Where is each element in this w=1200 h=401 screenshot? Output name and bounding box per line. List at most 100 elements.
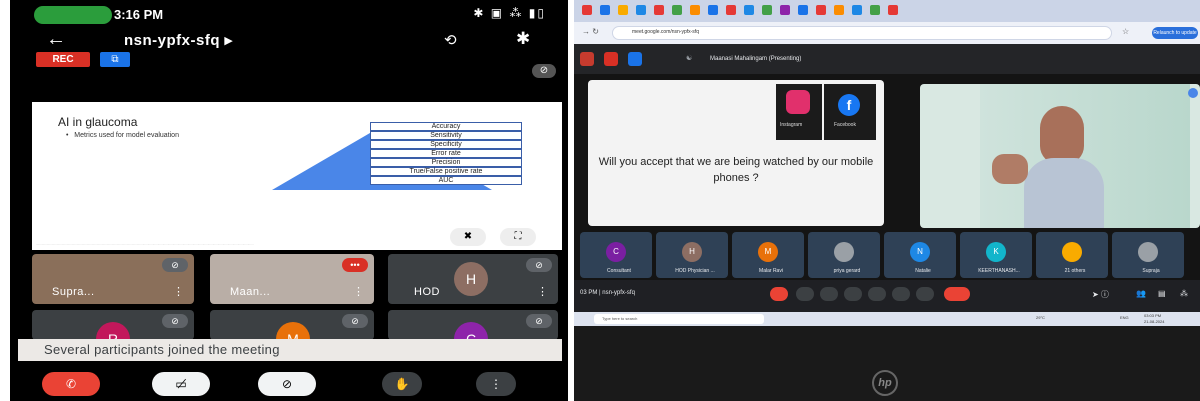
rec-indicator-icon — [604, 52, 618, 66]
bookmark-star-icon[interactable]: ☆ — [1122, 27, 1129, 36]
strip-participant-tile[interactable]: Supraja — [1112, 232, 1184, 278]
participant-tile[interactable]: ⊘ C — [388, 310, 558, 340]
browser-tab[interactable] — [582, 5, 592, 15]
activities-icon[interactable]: ⁂ — [1180, 289, 1188, 298]
chat-icon[interactable]: ▤ — [1158, 289, 1166, 298]
browser-tab[interactable] — [762, 5, 772, 15]
browser-tab[interactable] — [870, 5, 880, 15]
browser-tab[interactable] — [834, 5, 844, 15]
browser-tab[interactable] — [726, 5, 736, 15]
end-call-button[interactable]: ✆ — [42, 372, 100, 396]
camera-switch-icon[interactable]: ⟲ — [444, 31, 457, 49]
mic-off-button[interactable] — [770, 287, 788, 301]
strip-participant-tile[interactable]: N Natalie — [884, 232, 956, 278]
browser-tab[interactable] — [708, 5, 718, 15]
strip-participant-tile[interactable]: priya gerard — [808, 232, 880, 278]
status-bar: 3:16 PM ✱ ▣ ⁂ ▮▯ — [10, 0, 568, 28]
browser-tab[interactable] — [618, 5, 628, 15]
participant-tile[interactable]: ••• Maan... ⋮ — [210, 254, 374, 304]
update-button[interactable]: Relaunch to update — [1152, 27, 1198, 39]
browser-tab[interactable] — [798, 5, 808, 15]
back-icon[interactable]: → ↻ — [582, 27, 599, 36]
mic-off-icon: ⊘ — [162, 314, 188, 328]
metric-item: True/False positive rate — [370, 167, 522, 176]
unpin-button[interactable]: ✖ — [450, 228, 486, 246]
back-arrow-icon[interactable]: ← — [46, 28, 66, 51]
end-call-button[interactable] — [944, 287, 970, 301]
meeting-code[interactable]: nsn-ypfx-sfq ▸ — [124, 31, 233, 49]
presenter-video — [920, 84, 1200, 228]
camera-off-button[interactable]: ▭̸ — [152, 372, 210, 396]
more-options-button[interactable]: ⋮ — [476, 372, 516, 396]
avatar: C — [454, 322, 488, 340]
browser-tab[interactable] — [780, 5, 790, 15]
participant-tile[interactable]: ⊘ H HOD ⋮ — [388, 254, 558, 304]
presenting-label: Maanasi is presenting — [68, 230, 205, 245]
strip-participant-tile[interactable]: K KEERTHANASH... — [960, 232, 1032, 278]
captions-button[interactable] — [820, 287, 838, 301]
browser-tab[interactable] — [816, 5, 826, 15]
raise-hand-button[interactable] — [892, 287, 910, 301]
browser-tab[interactable] — [690, 5, 700, 15]
taskbar-clock: 03:03 PM — [1144, 313, 1162, 318]
avatar: N — [910, 242, 930, 262]
mic-off-button[interactable]: ⊘ — [258, 372, 316, 396]
speaking-indicator: ••• — [342, 258, 368, 272]
record-icon[interactable] — [580, 52, 594, 66]
avatar: H — [454, 262, 488, 296]
people-icon[interactable]: 👥 — [1136, 289, 1146, 298]
browser-tab[interactable] — [636, 5, 646, 15]
share-icon[interactable] — [628, 52, 642, 66]
language: ENG — [1120, 315, 1129, 320]
more-options-icon[interactable]: ⋮ — [537, 285, 548, 298]
facebook-label: Facebook — [834, 122, 856, 128]
present-button[interactable] — [868, 287, 886, 301]
strip-participant-tile[interactable]: H HOD Physician ... — [656, 232, 728, 278]
facebook-icon: f — [838, 94, 860, 116]
present-icon: ☯ — [686, 55, 693, 62]
slide-title: AI in glaucoma — [58, 115, 138, 129]
more-options-button[interactable] — [916, 287, 934, 301]
browser-tab[interactable] — [672, 5, 682, 15]
mic-off-icon: ⊘ — [526, 314, 552, 328]
browser-tab[interactable] — [600, 5, 610, 15]
fullscreen-button[interactable]: ⛶ — [500, 228, 536, 246]
metric-item: Accuracy — [370, 122, 522, 131]
presentation-area: ⊘ AI in glaucoma • Metrics used for mode… — [32, 58, 562, 250]
bluetooth-icon[interactable]: ✱ — [516, 29, 530, 49]
instagram-label: Instagram — [780, 122, 803, 128]
browser-tab[interactable] — [654, 5, 664, 15]
raise-hand-button[interactable]: ✋ — [382, 372, 422, 396]
participant-tile[interactable]: ⊘ R — [32, 310, 194, 340]
participant-name: Maan... — [230, 286, 271, 298]
more-options-icon[interactable]: ⋮ — [353, 285, 364, 298]
browser-tab[interactable] — [852, 5, 862, 15]
camera-button[interactable] — [796, 287, 814, 301]
participant-name: Supra... — [52, 286, 95, 298]
presenter-face — [1040, 106, 1084, 164]
avatar — [1062, 242, 1082, 262]
participant-tile[interactable]: ⊘ Supra... ⋮ — [32, 254, 194, 304]
info-icon[interactable]: ➤ ⓘ — [1092, 289, 1109, 300]
avatar: M — [276, 322, 310, 340]
strip-participant-tile[interactable]: C Consultant — [580, 232, 652, 278]
metric-item: Specificity — [370, 140, 522, 149]
mic-off-icon: ⊘ — [342, 314, 368, 328]
browser-tab[interactable] — [744, 5, 754, 15]
strip-participant-tile[interactable]: M Malar Ravi — [732, 232, 804, 278]
join-toast: Several participants joined the meeting — [18, 339, 562, 361]
taskbar-search[interactable]: Type here to search — [594, 314, 764, 324]
participant-tile[interactable]: ⊘ M — [210, 310, 374, 340]
status-time: 3:16 PM — [114, 7, 164, 22]
more-options-icon[interactable]: ⋮ — [173, 285, 184, 298]
presenter-label: Maanasi Mahalingam (Presenting) — [710, 56, 802, 62]
pin-icon[interactable] — [1188, 88, 1198, 98]
metric-item: AUC — [370, 176, 522, 185]
emoji-button[interactable] — [844, 287, 862, 301]
taskbar-date: 21-08-2024 — [1144, 319, 1165, 324]
browser-tab[interactable] — [888, 5, 898, 15]
slide-bullet: • Metrics used for model evaluation — [66, 132, 179, 139]
avatar: M — [758, 242, 778, 262]
hp-logo: hp — [872, 370, 898, 396]
strip-participant-tile[interactable]: 21 others — [1036, 232, 1108, 278]
